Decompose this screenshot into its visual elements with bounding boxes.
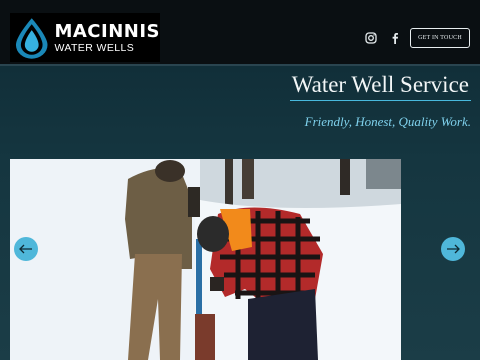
site-header: MACINNIS WATER WELLS GET IN TOUCH bbox=[0, 0, 480, 66]
facebook-icon[interactable] bbox=[387, 30, 403, 46]
logo-name: MACINNIS bbox=[54, 20, 160, 42]
arrow-right-icon bbox=[447, 244, 460, 254]
logo-subtitle: WATER WELLS bbox=[54, 41, 135, 54]
previous-slide-button[interactable] bbox=[14, 237, 38, 261]
logo[interactable]: MACINNIS WATER WELLS bbox=[10, 13, 160, 62]
water-drop-logo-icon bbox=[15, 17, 48, 59]
logo-text: MACINNIS WATER WELLS bbox=[54, 20, 160, 54]
tagline: Friendly, Honest, Quality Work. bbox=[304, 114, 471, 129]
next-slide-button[interactable] bbox=[441, 237, 465, 261]
instagram-icon[interactable] bbox=[363, 30, 379, 46]
page-title: Water Well Service bbox=[289, 70, 471, 101]
get-in-touch-button[interactable]: GET IN TOUCH bbox=[410, 28, 470, 48]
arrow-left-icon bbox=[19, 244, 32, 254]
hero-photo bbox=[10, 159, 401, 360]
